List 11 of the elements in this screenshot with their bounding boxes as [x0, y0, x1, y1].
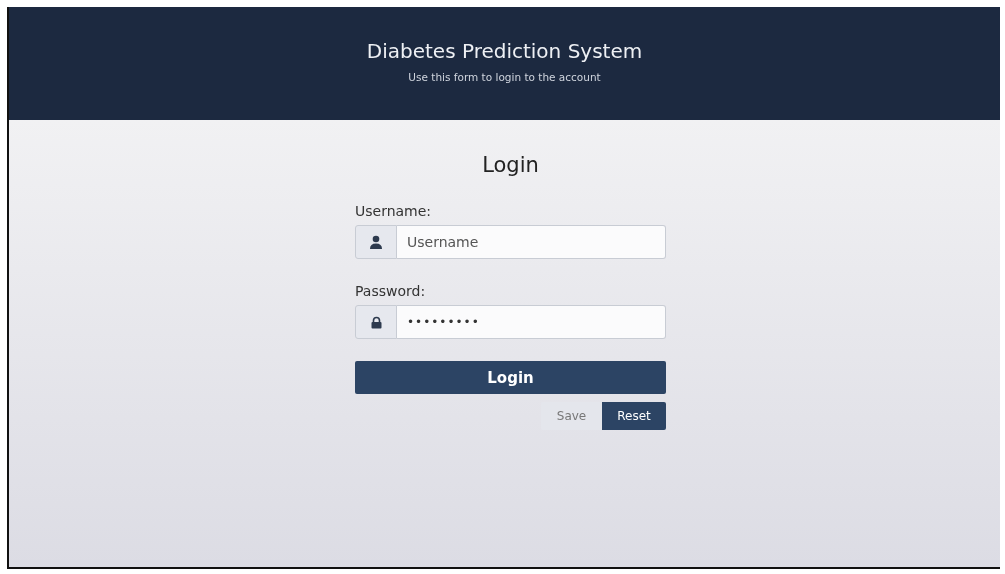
- lock-icon: [369, 315, 383, 329]
- page-title: Diabetes Prediction System: [366, 38, 643, 63]
- username-field[interactable]: Username: [397, 225, 666, 259]
- field-label: Username:: [355, 203, 433, 219]
- form-title: Login: [481, 153, 540, 177]
- field-label: Password:: [355, 283, 427, 299]
- password-field[interactable]: •••••••••: [397, 305, 666, 339]
- reset-button[interactable]: Reset: [602, 402, 666, 430]
- login-button[interactable]: Login: [355, 361, 666, 394]
- page-subtitle: Use this form to login to the account: [408, 70, 601, 83]
- user-icon: [369, 235, 383, 249]
